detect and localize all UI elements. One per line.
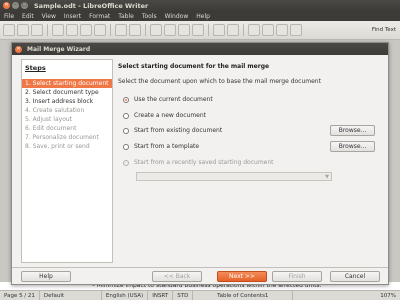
window-maximize-button[interactable]: □: [21, 2, 28, 9]
step-select-document-type[interactable]: 2. Select document type: [22, 88, 112, 97]
option-current-document-label: Use the current document: [134, 96, 213, 103]
redo-icon[interactable]: [227, 24, 239, 36]
dialog-title: Mail Merge Wizard: [27, 45, 91, 53]
radio-new-document[interactable]: [123, 112, 129, 119]
print-icon[interactable]: [80, 24, 92, 36]
step-adjust-layout: 5. Adjust layout: [25, 116, 73, 123]
dialog-close-button[interactable]: ✕: [15, 45, 22, 53]
radio-recent-document: [123, 159, 129, 166]
menu-edit[interactable]: Edit: [22, 13, 34, 20]
standard-toolbar: Find Text: [0, 21, 400, 40]
insert-mode[interactable]: INSRT: [148, 291, 174, 300]
button-divider: [12, 267, 388, 268]
autospell-icon[interactable]: [129, 24, 141, 36]
option-existing-document-label: Start from existing document: [134, 127, 223, 134]
menu-help[interactable]: Help: [196, 13, 210, 20]
step-select-starting-document[interactable]: 1. Select starting document: [22, 79, 112, 88]
option-current-document[interactable]: Use the current document: [123, 96, 213, 103]
option-new-document-label: Create a new document: [134, 112, 207, 119]
steps-title: Steps: [25, 64, 46, 72]
page-heading: Select starting document for the mail me…: [118, 63, 270, 70]
image-icon[interactable]: [276, 24, 288, 36]
next-button[interactable]: Next >>: [217, 271, 267, 282]
menu-file[interactable]: File: [4, 13, 14, 20]
undo-icon[interactable]: [213, 24, 225, 36]
menubar: File Edit View Insert Format Table Tools…: [0, 11, 400, 21]
back-button: << Back: [152, 271, 202, 282]
window-controls: ✕ – □: [3, 2, 28, 9]
zoom-slider[interactable]: [293, 291, 376, 300]
step-save-print-send: 8. Save, print or send: [25, 143, 90, 150]
paste-icon[interactable]: [178, 24, 190, 36]
section-name: Table of Contents1: [193, 291, 294, 300]
save-icon[interactable]: [31, 24, 43, 36]
copy-icon[interactable]: [164, 24, 176, 36]
step-insert-address-block[interactable]: 3. Insert address block: [22, 97, 112, 106]
open-icon[interactable]: [17, 24, 29, 36]
window-minimize-button[interactable]: –: [12, 2, 19, 9]
page-style[interactable]: Default: [40, 291, 102, 300]
chart-icon[interactable]: [290, 24, 302, 36]
window-title: Sample.odt - LibreOffice Writer: [34, 1, 149, 10]
toolbar-separator: [145, 24, 146, 36]
menu-table[interactable]: Table: [118, 13, 134, 20]
radio-template[interactable]: [123, 143, 129, 150]
statusbar: Page 5 / 21 Default English (USA) INSRT …: [0, 290, 400, 300]
spellcheck-icon[interactable]: [115, 24, 127, 36]
menu-view[interactable]: View: [42, 13, 56, 20]
window-titlebar: ✕ – □ Sample.odt - LibreOffice Writer: [0, 0, 400, 11]
recent-documents-dropdown: ▼: [136, 172, 332, 181]
dialog-titlebar: ✕ Mail Merge Wizard: [12, 43, 388, 55]
edit-file-icon[interactable]: [52, 24, 64, 36]
step-personalize-document: 7. Personalize document: [25, 134, 99, 141]
zoom-level[interactable]: 107%: [376, 291, 400, 300]
radio-existing-document[interactable]: [123, 127, 129, 134]
toolbar-separator: [208, 24, 209, 36]
cancel-button[interactable]: Cancel: [330, 271, 380, 282]
find-text-button[interactable]: Find Text: [372, 27, 396, 33]
option-recent-document-label: Start from a recently saved starting doc…: [134, 159, 274, 166]
option-template-label: Start from a template: [134, 143, 200, 150]
option-existing-document[interactable]: Start from existing document: [123, 127, 222, 134]
language-status[interactable]: English (USA): [102, 291, 149, 300]
chevron-down-icon: ▼: [325, 174, 329, 180]
menu-window[interactable]: Window: [165, 13, 189, 20]
hyperlink-icon[interactable]: [248, 24, 260, 36]
page-count: Page 5 / 21: [0, 291, 40, 300]
option-new-document[interactable]: Create a new document: [123, 112, 206, 119]
pdf-export-icon[interactable]: [66, 24, 78, 36]
radio-current-document[interactable]: [123, 96, 129, 103]
steps-list: 1. Select starting document 2. Select do…: [22, 79, 112, 151]
steps-panel: Steps 1. Select starting document 2. Sel…: [21, 59, 113, 263]
toolbar-separator: [110, 24, 111, 36]
step-edit-document: 6. Edit document: [25, 125, 77, 132]
menu-tools[interactable]: Tools: [142, 13, 157, 20]
window-close-button[interactable]: ✕: [3, 2, 10, 9]
cut-icon[interactable]: [150, 24, 162, 36]
step-create-salutation: 4. Create salutation: [25, 107, 85, 114]
wizard-content: Select starting document for the mail me…: [118, 59, 380, 263]
mail-merge-dialog: ✕ Mail Merge Wizard Steps 1. Select star…: [11, 42, 389, 285]
option-template[interactable]: Start from a template: [123, 143, 199, 150]
menu-format[interactable]: Format: [89, 13, 110, 20]
format-paintbrush-icon[interactable]: [192, 24, 204, 36]
browse-existing-button[interactable]: Browse...: [330, 125, 375, 136]
toolbar-separator: [47, 24, 48, 36]
page-description: Select the document upon which to base t…: [118, 78, 321, 85]
new-document-icon[interactable]: [3, 24, 15, 36]
menu-insert[interactable]: Insert: [64, 13, 81, 20]
finish-button: Finish: [272, 271, 322, 282]
table-icon[interactable]: [262, 24, 274, 36]
print-preview-icon[interactable]: [94, 24, 106, 36]
option-recent-document: Start from a recently saved starting doc…: [123, 159, 274, 166]
selection-mode[interactable]: STD: [173, 291, 194, 300]
help-button[interactable]: Help: [21, 271, 71, 282]
browse-template-button[interactable]: Browse...: [330, 141, 375, 152]
toolbar-separator: [243, 24, 244, 36]
